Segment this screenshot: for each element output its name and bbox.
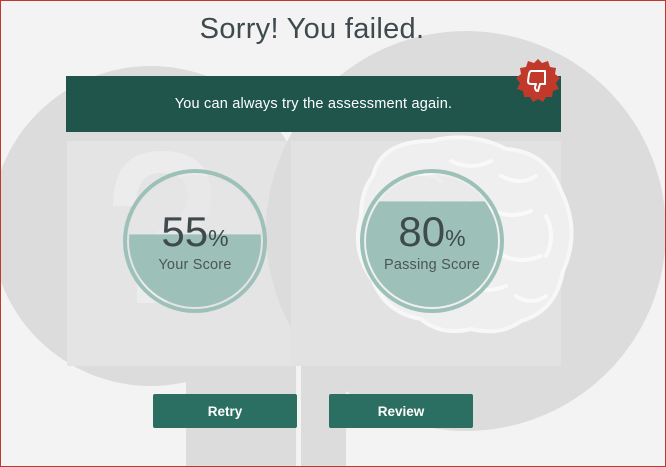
your-score-gauge: 55% Your Score [122,168,268,314]
passing-score-label: Passing Score [383,257,481,273]
your-score-value: 55% [122,208,268,256]
result-message-banner: You can always try the assessment again. [66,76,561,132]
passing-score-gauge: 80% Passing Score [359,168,505,314]
passing-score-value: 80% [359,208,505,256]
passing-score-number: 80 [398,208,446,255]
assessment-result-screen: Sorry! You failed. You can always try th… [0,0,666,467]
result-message: You can always try the assessment again. [174,96,453,112]
review-button[interactable]: Review [329,394,473,428]
thumbs-down-icon [516,59,560,102]
passing-score-unit: % [445,225,466,251]
your-score-label: Your Score [158,257,232,273]
your-score-unit: % [208,225,229,251]
your-score-number: 55 [161,208,209,255]
retry-button[interactable]: Retry [153,394,297,428]
result-title: Sorry! You failed. [199,13,425,45]
